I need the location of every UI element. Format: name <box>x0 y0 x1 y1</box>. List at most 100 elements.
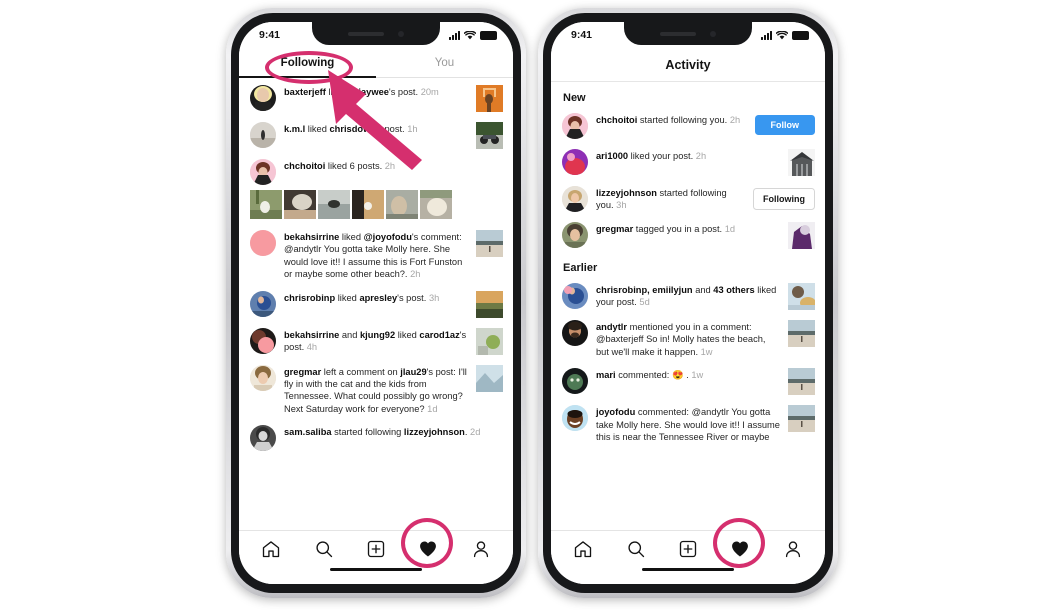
username: mari <box>596 370 616 381</box>
add-post-icon[interactable] <box>678 539 698 559</box>
avatar[interactable] <box>562 186 588 212</box>
post-thumbnail[interactable] <box>788 368 815 396</box>
post-thumbnail[interactable] <box>788 405 815 433</box>
post-thumbnail[interactable] <box>476 290 503 318</box>
post-thumbnail[interactable] <box>476 364 503 392</box>
avatar[interactable] <box>562 113 588 139</box>
status-time: 9:41 <box>571 29 593 41</box>
search-icon[interactable] <box>314 539 334 559</box>
avatar[interactable] <box>562 283 588 309</box>
timestamp: 2d <box>470 427 481 438</box>
action-text: left a comment on <box>321 366 401 377</box>
earpiece-speaker-icon <box>660 31 696 36</box>
action-text: liked your post. <box>628 151 694 161</box>
list-item-text: joyofodu commented: @andytlr You gotta t… <box>596 405 780 443</box>
action-text: and <box>692 285 714 295</box>
post-thumbnail[interactable] <box>352 190 384 219</box>
avatar[interactable] <box>250 364 276 391</box>
username: ari1000 <box>596 151 629 161</box>
post-thumbnail-grid[interactable] <box>239 190 513 225</box>
list-item[interactable]: mari commented: 😍 . 1w <box>551 363 825 400</box>
action-text: liked <box>325 87 351 97</box>
list-item-text: gregmar tagged you in a post. 1d <box>596 222 780 235</box>
post-thumbnail[interactable] <box>476 122 503 149</box>
list-item[interactable]: sam.saliba started following lizzeyjohns… <box>239 420 513 456</box>
tab-you[interactable]: You <box>376 48 513 77</box>
username: gregmar <box>596 224 634 234</box>
follow-button[interactable]: Follow <box>754 115 815 135</box>
list-item[interactable]: bekahsirrine liked @joyofodu's comment: … <box>239 225 513 286</box>
avatar[interactable] <box>250 159 276 185</box>
add-post-icon[interactable] <box>366 539 386 559</box>
list-item[interactable]: joyofodu commented: @andytlr You gotta t… <box>551 400 825 448</box>
avatar[interactable] <box>250 122 276 148</box>
list-item[interactable]: gregmar tagged you in a post. 1d <box>551 217 825 254</box>
username: k.m.l <box>284 124 306 134</box>
suffix-text: 's post. <box>397 292 427 303</box>
profile-icon[interactable] <box>783 539 803 559</box>
post-thumbnail[interactable] <box>386 190 418 219</box>
action-text: and <box>339 329 360 340</box>
tab-following[interactable]: Following <box>239 48 376 78</box>
home-indicator-area <box>239 566 513 584</box>
list-item-text: mari commented: 😍 . 1w <box>596 368 780 381</box>
list-item[interactable]: andytlr mentioned you in a comment: @bax… <box>551 315 825 363</box>
earpiece-speaker-icon <box>348 31 384 36</box>
avatar[interactable] <box>250 290 276 317</box>
post-thumbnail[interactable] <box>284 190 316 219</box>
post-thumbnail[interactable] <box>788 222 815 249</box>
list-item[interactable]: bekahsirrine and kjung92 liked carod1az'… <box>239 323 513 360</box>
avatar[interactable] <box>562 320 588 346</box>
right-phone-device: 9:41 Activity New chchoitoi started foll… <box>538 8 838 598</box>
timestamp: 2h <box>695 151 707 161</box>
post-thumbnail[interactable] <box>788 149 815 176</box>
list-item[interactable]: chrisrobinp liked apresley's post. 3h <box>239 286 513 323</box>
username: sam.saliba <box>284 427 332 438</box>
post-thumbnail[interactable] <box>476 85 503 112</box>
home-icon[interactable] <box>573 539 593 559</box>
left-phone-screen: 9:41 Following You baxterjeff liked miay… <box>239 22 513 584</box>
post-thumbnail[interactable] <box>476 327 503 355</box>
heart-icon[interactable] <box>730 539 750 559</box>
avatar[interactable] <box>250 85 276 111</box>
timestamp: 2h <box>410 269 421 280</box>
post-thumbnail[interactable] <box>476 230 503 257</box>
list-item-text: sam.saliba started following lizzeyjohns… <box>284 425 503 438</box>
post-thumbnail[interactable] <box>420 190 452 219</box>
username: chrisrobinp, emiilyjun <box>596 285 693 295</box>
search-icon[interactable] <box>626 539 646 559</box>
home-indicator[interactable] <box>642 568 734 572</box>
avatar[interactable] <box>562 222 588 248</box>
post-thumbnail[interactable] <box>788 283 815 310</box>
post-thumbnail[interactable] <box>318 190 350 219</box>
following-you-tabbar: Following You <box>239 48 513 78</box>
screenshot-stage: 9:41 Following You baxterjeff liked miay… <box>0 0 1040 610</box>
list-item[interactable]: chchoitoi started following you. 2h Foll… <box>551 108 825 144</box>
avatar[interactable] <box>250 425 276 452</box>
home-icon[interactable] <box>261 539 281 559</box>
avatar[interactable] <box>250 230 276 256</box>
activity-feed-list[interactable]: New chchoitoi started following you. 2h … <box>551 82 825 530</box>
status-time: 9:41 <box>259 29 281 41</box>
heart-icon[interactable] <box>418 539 438 559</box>
post-thumbnail[interactable] <box>788 320 815 347</box>
home-indicator[interactable] <box>330 568 422 572</box>
avatar[interactable] <box>562 405 588 432</box>
list-item[interactable]: baxterjeff liked miaywee's post. 20m <box>239 80 513 117</box>
avatar[interactable] <box>250 327 276 354</box>
post-thumbnail[interactable] <box>250 190 282 219</box>
section-header-new: New <box>563 92 586 104</box>
profile-icon[interactable] <box>471 539 491 559</box>
following-button[interactable]: Following <box>753 188 815 210</box>
timestamp: 5d <box>639 297 650 308</box>
avatar[interactable] <box>562 368 588 395</box>
avatar[interactable] <box>562 149 588 175</box>
list-item[interactable]: chrisrobinp, emiilyjun and 43 others lik… <box>551 278 825 315</box>
action-text: started following <box>331 427 404 438</box>
list-item[interactable]: lizzeyjohnson started following you. 3h … <box>551 181 825 217</box>
list-item[interactable]: k.m.l liked chrisdows's post. 1h <box>239 117 513 154</box>
list-item[interactable]: chchoitoi liked 6 posts. 2h <box>239 154 513 190</box>
following-feed-list[interactable]: baxterjeff liked miaywee's post. 20m k.m… <box>239 78 513 530</box>
list-item[interactable]: gregmar left a comment on jlau29's post:… <box>239 360 513 421</box>
list-item[interactable]: ari1000 liked your post. 2h <box>551 144 825 181</box>
